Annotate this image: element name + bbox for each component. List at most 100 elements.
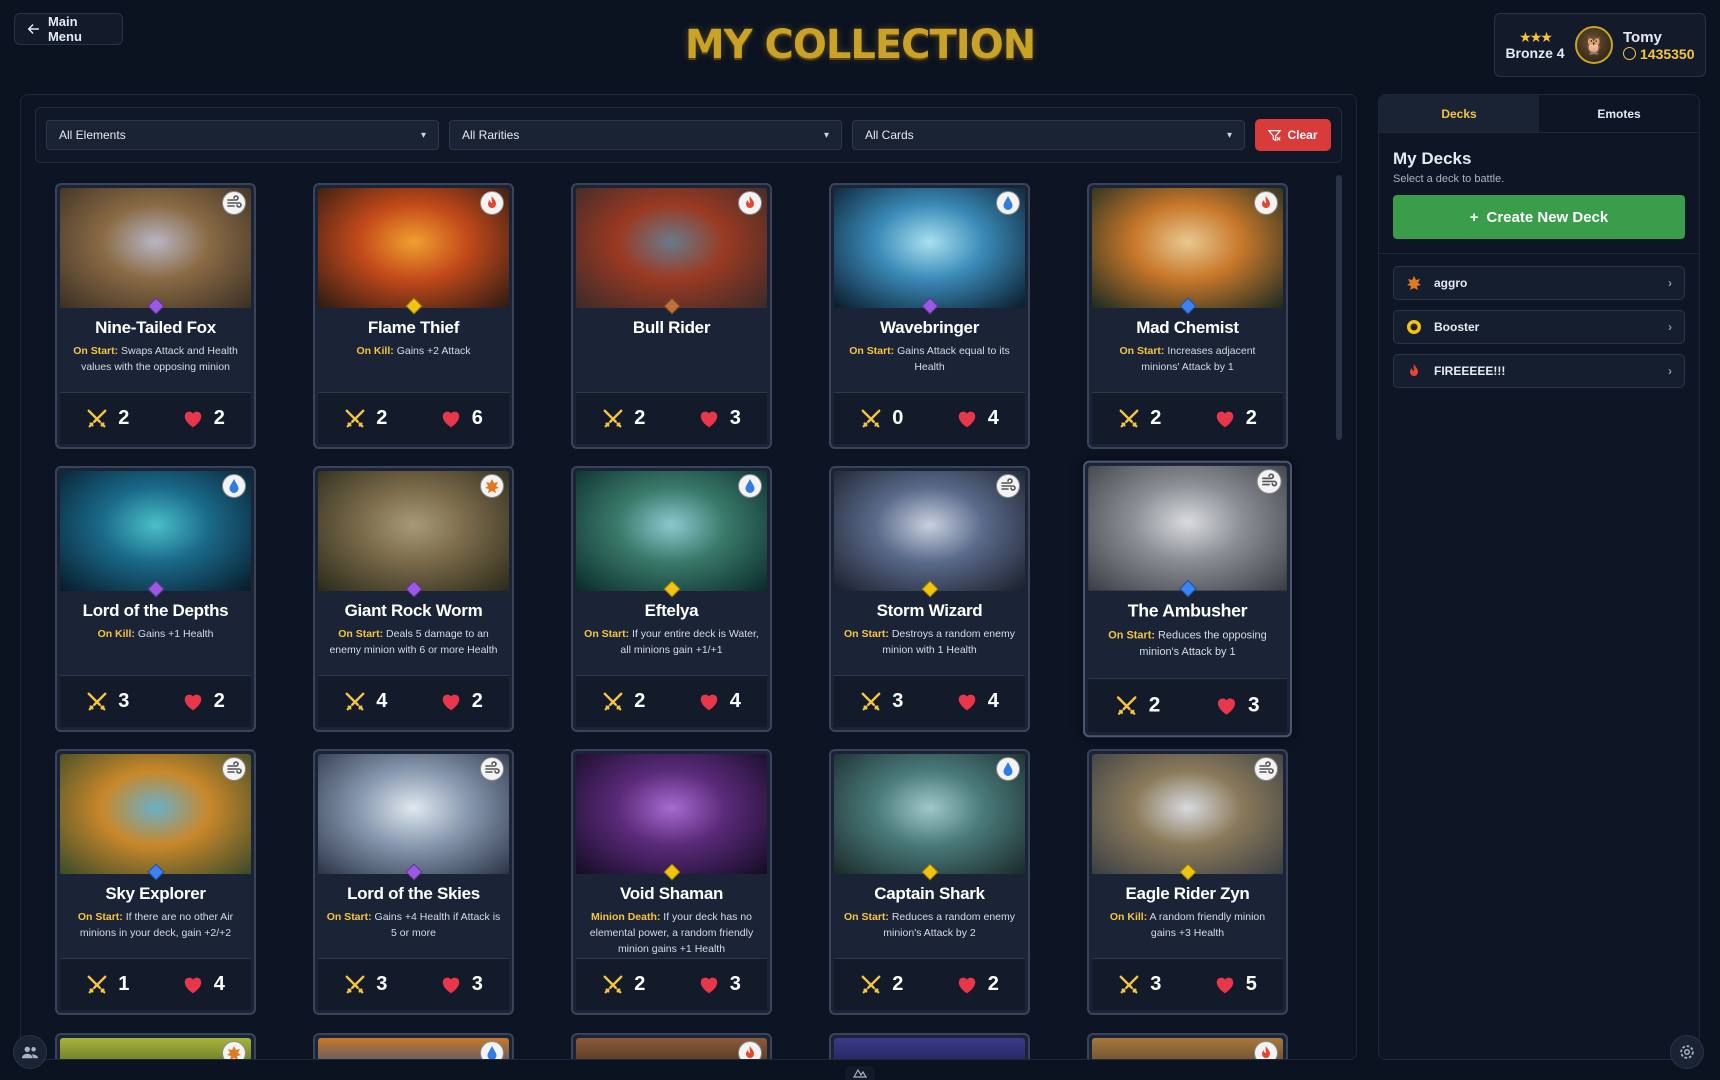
card-stats: 3 4 [834,675,1025,727]
minion-card-partial[interactable] [313,1033,514,1059]
card-name: Lord of the Depths [82,601,229,620]
crossed-swords-icon [860,691,882,713]
card-name: Giant Rock Worm [344,601,483,620]
deck-name: Booster [1434,320,1480,334]
card-ability: On Start: Deals 5 damage to an enemy min… [329,628,498,656]
minion-card[interactable]: Bull Rider 2 3 [571,183,772,449]
card-name: Eftelya [644,601,699,620]
health-stat: 3 [440,973,483,996]
health-stat: 2 [956,973,999,996]
heart-icon [440,691,462,713]
card-ability: Minion Death: If your deck has no elemen… [589,911,754,955]
users-icon [21,1046,39,1059]
attack-stat: 3 [860,690,903,713]
divider [1379,253,1699,254]
coin-icon [1623,47,1636,60]
deck-item[interactable]: FIREEEEE!!! › [1393,354,1685,388]
minion-card[interactable]: The Ambusher On Start: Reduces the oppos… [1082,460,1293,738]
minion-card[interactable]: Nine-Tailed Fox On Start: Swaps Attack a… [55,183,256,449]
avatar[interactable]: 🦉 [1575,26,1613,64]
water-icon [996,191,1020,215]
gear-icon [1680,1045,1694,1059]
card-art [834,1038,1025,1059]
fire-icon [1406,363,1422,379]
player-profile[interactable]: ★★★ Bronze 4 🦉 Tomy 1435350 [1494,13,1706,77]
heart-icon [440,408,462,430]
attack-stat: 2 [602,973,645,996]
attack-stat: 2 [602,690,645,713]
tab-emotes[interactable]: Emotes [1539,95,1699,132]
minion-card[interactable]: Giant Rock Worm On Start: Deals 5 damage… [313,466,514,732]
attack-stat: 3 [1118,973,1161,996]
minion-card-partial[interactable] [571,1033,772,1059]
air-icon [480,757,504,781]
crossed-swords-icon [602,974,624,996]
card-stats: 2 2 [1092,392,1283,444]
card-ability: On Start: Gains +4 Health if Attack is 5… [326,911,501,939]
settings-button[interactable] [1670,1035,1704,1069]
heart-icon [182,408,204,430]
scrollbar-thumb[interactable] [1336,175,1342,440]
minion-card[interactable]: Captain Shark On Start: Reduces a random… [829,749,1030,1015]
water-icon [222,474,246,498]
attack-stat: 2 [1118,407,1161,430]
minion-card[interactable]: Eagle Rider Zyn On Kill: A random friend… [1087,749,1288,1015]
minion-card[interactable]: Lord of the Skies On Start: Gains +4 Hea… [313,749,514,1015]
rank-badge: ★★★ Bronze 4 [1505,29,1565,61]
minion-card[interactable]: Wavebringer On Start: Gains Attack equal… [829,183,1030,449]
attack-stat: 2 [602,407,645,430]
fire-icon [738,191,762,215]
minion-card[interactable]: Storm Wizard On Start: Destroys a random… [829,466,1030,732]
chevron-down-icon: ▾ [1226,129,1232,141]
crossed-swords-icon [602,408,624,430]
fire-icon [480,191,504,215]
card-stats: 3 2 [60,675,251,727]
card-grid: Nine-Tailed Fox On Start: Swaps Attack a… [55,183,1325,1015]
clear-filters-button[interactable]: Clear [1255,119,1331,151]
minion-card[interactable]: Eftelya On Start: If your entire deck is… [571,466,772,732]
user-name: Tomy [1623,28,1662,46]
fire-icon [738,1041,762,1059]
app-logo-icon [845,1066,875,1080]
minion-card[interactable]: Sky Explorer On Start: If there are no o… [55,749,256,1015]
card-name: Sky Explorer [105,884,206,903]
card-name: Lord of the Skies [347,884,480,903]
water-icon [996,757,1020,781]
cards-filter-select[interactable]: All Cards ▾ [852,120,1245,150]
card-ability: On Start: If your entire deck is Water, … [584,628,759,656]
rarity-filter-select[interactable]: All Rarities ▾ [449,120,842,150]
filter-bar: All Elements ▾ All Rarities ▾ All Cards ▾ C… [35,107,1342,163]
minion-card[interactable]: Mad Chemist On Start: Increases adjacent… [1087,183,1288,449]
minion-card-partial[interactable] [55,1033,256,1059]
create-deck-button[interactable]: + Create New Deck [1393,195,1685,239]
friends-button[interactable] [13,1035,47,1069]
page-title: MY COLLECTION [684,22,1036,68]
minion-card[interactable]: Lord of the Depths On Kill: Gains +1 Hea… [55,466,256,732]
health-stat: 5 [1214,973,1257,996]
crossed-swords-icon [86,691,108,713]
crossed-swords-icon [1118,974,1140,996]
card-name: Bull Rider [632,318,711,337]
rank-stars-icon: ★★★ [1519,29,1553,45]
minion-card-partial[interactable] [829,1033,1030,1059]
card-name: The Ambusher [1127,601,1248,621]
tab-decks[interactable]: Decks [1379,95,1539,132]
heart-icon [698,974,720,996]
attack-stat: 2 [344,407,387,430]
rank-label: Bronze 4 [1505,45,1565,61]
minion-card[interactable]: Void Shaman Minion Death: If your deck h… [571,749,772,1015]
card-ability: On Kill: A random friendly minion gains … [1109,911,1266,939]
health-stat: 6 [440,407,483,430]
minion-card[interactable]: Flame Thief On Kill: Gains +2 Attack 2 6 [313,183,514,449]
earth-icon [222,1041,246,1059]
deck-item[interactable]: Booster › [1393,310,1685,344]
deck-item[interactable]: aggro › [1393,266,1685,300]
health-stat: 2 [182,690,225,713]
air-icon [1254,757,1278,781]
element-filter-select[interactable]: All Elements ▾ [46,120,439,150]
water-icon [738,474,762,498]
heart-icon [956,974,978,996]
minion-card-partial[interactable] [1087,1033,1288,1059]
air-icon [996,474,1020,498]
card-ability: On Start: Gains Attack equal to its Heal… [849,345,1010,373]
